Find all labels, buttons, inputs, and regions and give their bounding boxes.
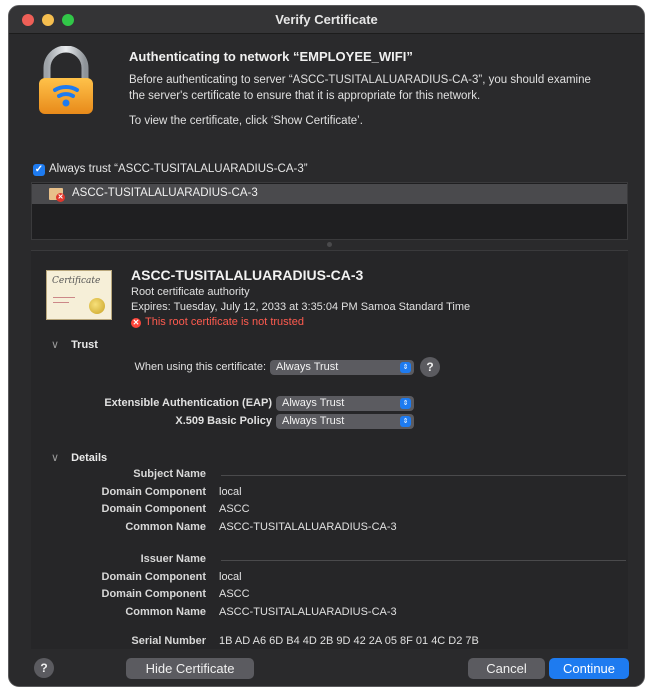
button-bar: ? Hide Certificate Cancel Continue bbox=[9, 649, 644, 686]
serial-number-label: Serial Number bbox=[131, 635, 206, 647]
untrusted-warning: ✕ This root certificate is not trusted bbox=[131, 316, 304, 328]
detail-key: Domain Component bbox=[101, 503, 207, 515]
detail-value: local bbox=[219, 571, 242, 583]
x509-value: Always Trust bbox=[282, 415, 345, 427]
eap-popup[interactable]: Always Trust ⇕ bbox=[276, 396, 414, 411]
eap-value: Always Trust bbox=[282, 397, 345, 409]
always-trust-label: Always trust “ASCC-TUSITALALUARADIUS-CA-… bbox=[49, 163, 308, 175]
certificate-icon: Certificate bbox=[46, 270, 112, 320]
detail-value: ASCC bbox=[219, 503, 250, 515]
eap-label: Extensible Authentication (EAP) bbox=[104, 397, 272, 409]
untrusted-certificate-icon: ✕ bbox=[49, 188, 65, 202]
popup-arrows-icon: ⇕ bbox=[400, 416, 411, 427]
x509-label: X.509 Basic Policy bbox=[175, 415, 272, 427]
details-section-title: Details bbox=[71, 452, 108, 464]
subject-name-label: Subject Name bbox=[133, 468, 206, 480]
lock-wifi-icon bbox=[35, 45, 97, 118]
cancel-button[interactable]: Cancel bbox=[468, 658, 545, 679]
trust-section-toggle[interactable]: ∨ Trust bbox=[51, 338, 98, 351]
trust-help-button[interactable]: ? bbox=[420, 357, 440, 377]
certificate-expiry: Expires: Tuesday, July 12, 2033 at 3:35:… bbox=[131, 301, 471, 313]
show-certificate-hint: To view the certificate, click ‘Show Cer… bbox=[129, 115, 363, 127]
help-button[interactable]: ? bbox=[34, 658, 54, 678]
when-using-value: Always Trust bbox=[276, 361, 339, 373]
detail-key: Common Name bbox=[125, 606, 206, 618]
certificate-list-item[interactable]: ✕ ASCC-TUSITALALUARADIUS-CA-3 bbox=[32, 184, 627, 204]
serial-number-value: 1B AD A6 6D B4 4D 2B 9D 42 2A 05 8F 01 4… bbox=[219, 635, 479, 647]
details-section-toggle[interactable]: ∨ Details bbox=[51, 451, 107, 464]
certificate-list: ✕ ASCC-TUSITALALUARADIUS-CA-3 bbox=[31, 182, 628, 240]
continue-button[interactable]: Continue bbox=[549, 658, 629, 679]
untrusted-warning-text: This root certificate is not trusted bbox=[145, 316, 304, 328]
detail-key: Domain Component bbox=[101, 588, 207, 600]
verify-certificate-window: Verify Certificate Authenticating to net… bbox=[8, 5, 645, 687]
when-using-popup[interactable]: Always Trust ⇕ bbox=[270, 360, 414, 375]
title-bar: Verify Certificate bbox=[9, 6, 644, 34]
network-heading: Authenticating to network “EMPLOYEE_WIFI… bbox=[129, 49, 413, 64]
certificate-kind: Root certificate authority bbox=[131, 286, 250, 298]
error-icon: ✕ bbox=[131, 318, 141, 328]
issuer-divider bbox=[221, 560, 626, 561]
window-title: Verify Certificate bbox=[275, 12, 378, 27]
certificate-name: ASCC-TUSITALALUARADIUS-CA-3 bbox=[131, 267, 364, 283]
popup-arrows-icon: ⇕ bbox=[400, 362, 411, 373]
issuer-name-label: Issuer Name bbox=[140, 553, 206, 565]
detail-value: local bbox=[219, 486, 242, 498]
chevron-down-icon: ∨ bbox=[51, 452, 60, 464]
detail-key: Domain Component bbox=[101, 571, 207, 583]
when-using-label: When using this certificate: bbox=[134, 361, 266, 373]
detail-value: ASCC-TUSITALALUARADIUS-CA-3 bbox=[219, 521, 397, 533]
certificate-detail-pane: Certificate ASCC-TUSITALALUARADIUS-CA-3 … bbox=[31, 250, 628, 650]
always-trust-checkbox[interactable]: ✓ bbox=[33, 164, 45, 176]
x509-popup[interactable]: Always Trust ⇕ bbox=[276, 414, 414, 429]
detail-value: ASCC bbox=[219, 588, 250, 600]
detail-value: ASCC-TUSITALALUARADIUS-CA-3 bbox=[219, 606, 397, 618]
certificate-seal-icon bbox=[89, 298, 105, 314]
chevron-down-icon: ∨ bbox=[51, 339, 60, 351]
popup-arrows-icon: ⇕ bbox=[400, 398, 411, 409]
certificate-icon-text: Certificate bbox=[52, 276, 101, 286]
detail-key: Common Name bbox=[125, 521, 206, 533]
hide-certificate-button[interactable]: Hide Certificate bbox=[126, 658, 254, 679]
trust-section-title: Trust bbox=[71, 339, 98, 351]
subject-divider bbox=[221, 475, 626, 476]
certificate-list-label: ASCC-TUSITALALUARADIUS-CA-3 bbox=[72, 187, 258, 199]
split-view-handle[interactable] bbox=[327, 242, 332, 247]
detail-key: Domain Component bbox=[101, 486, 207, 498]
auth-explanation: Before authenticating to server “ASCC-TU… bbox=[129, 74, 591, 102]
